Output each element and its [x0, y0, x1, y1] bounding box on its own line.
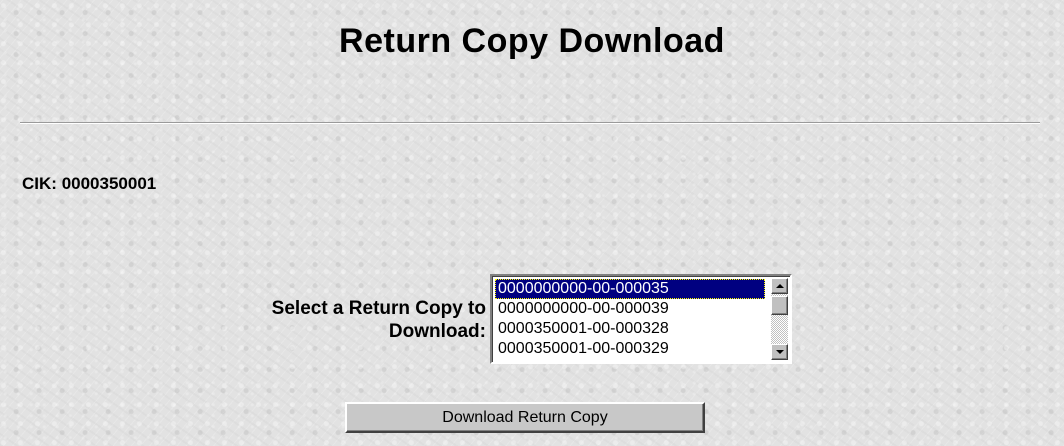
- scroll-down-button[interactable]: [771, 344, 788, 360]
- cik-label: CIK:: [22, 174, 57, 193]
- listbox-scrollbar[interactable]: [771, 278, 788, 360]
- horizontal-rule: [20, 122, 1040, 124]
- return-copy-select-label: Select a Return Copy to Download:: [46, 297, 486, 343]
- cik-value: 0000350001: [61, 174, 157, 193]
- listbox-option-4[interactable]: 0000350001-00-000329: [495, 339, 765, 359]
- return-copy-listbox[interactable]: 0000000000-00-000035 0000000000-00-00003…: [490, 274, 792, 364]
- listbox-options: 0000000000-00-000035 0000000000-00-00003…: [495, 279, 765, 359]
- listbox-option-2[interactable]: 0000000000-00-000039: [495, 299, 765, 319]
- listbox-option-3[interactable]: 0000350001-00-000328: [495, 319, 765, 339]
- select-label-line2: Download:: [388, 321, 486, 342]
- cik-line: CIK: 0000350001: [22, 174, 156, 194]
- scrollbar-thumb[interactable]: [771, 296, 788, 315]
- scroll-up-button[interactable]: [771, 278, 788, 294]
- listbox-option-1[interactable]: 0000000000-00-000035: [495, 279, 765, 299]
- select-label-line1: Select a Return Copy to: [271, 298, 486, 319]
- page-title: Return Copy Download: [339, 22, 725, 60]
- download-return-copy-button[interactable]: Download Return Copy: [345, 402, 705, 433]
- arrow-up-icon: [776, 284, 784, 288]
- arrow-down-icon: [776, 350, 784, 354]
